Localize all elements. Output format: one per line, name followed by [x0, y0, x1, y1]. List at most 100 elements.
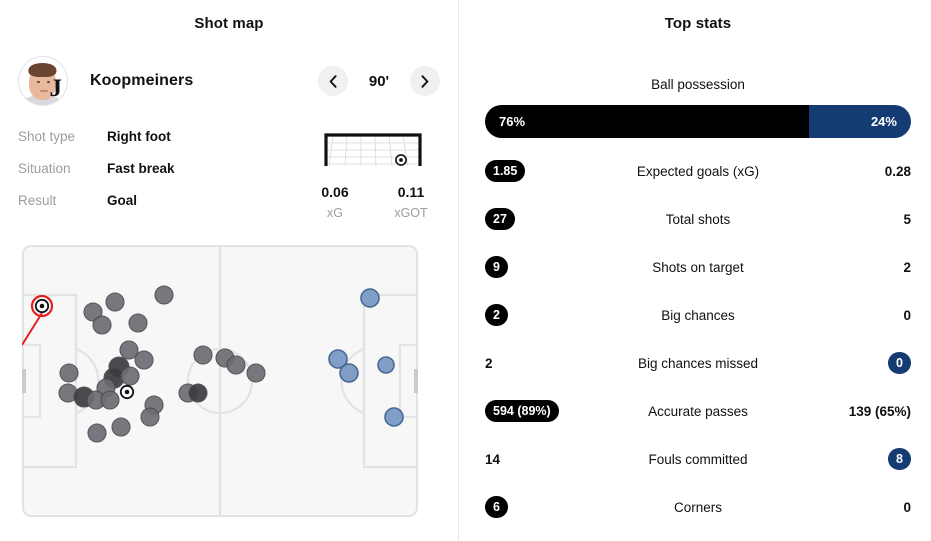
- stat-name: Big chances: [661, 307, 735, 323]
- shot-navigation: 90': [318, 66, 440, 96]
- detail-value: Right foot: [107, 129, 171, 144]
- detail-label: Situation: [18, 161, 71, 176]
- stat-badge: 594 (89%): [485, 400, 559, 422]
- stat-value-home: 9: [485, 256, 588, 278]
- stat-name: Corners: [673, 499, 722, 515]
- shot-details-section: Shot type Right foot Situation Fast brea…: [0, 129, 458, 225]
- stat-plain-value: 0: [903, 499, 911, 515]
- detail-label: Shot type: [18, 129, 76, 144]
- stat-value-away: 5: [808, 212, 911, 227]
- stat-name: Accurate passes: [648, 403, 748, 419]
- stat-name: Fouls committed: [648, 451, 748, 467]
- home-shot-dot: [92, 315, 112, 335]
- home-shot-dot: [111, 417, 131, 437]
- stat-value-home: 2: [485, 304, 588, 326]
- home-shot-dot: [134, 350, 154, 370]
- player-avatar: J: [18, 56, 68, 106]
- stat-badge: 9: [485, 256, 508, 278]
- stat-row: 27 Total shots 5: [485, 195, 911, 243]
- stat-value-away: 2: [808, 260, 911, 275]
- chevron-right-icon: [421, 74, 429, 88]
- stat-row: 6 Corners 0: [485, 483, 911, 531]
- stat-row: 2 Big chances 0: [485, 291, 911, 339]
- ball-icon: [395, 154, 407, 166]
- shot-map-panel: Shot map J Koopmeiners 90' Shot type Rig…: [0, 0, 458, 541]
- match-stats-screen: Shot map J Koopmeiners 90' Shot type Rig…: [0, 0, 931, 541]
- detail-value: Goal: [107, 193, 138, 208]
- stat-value-home: 6: [485, 496, 588, 518]
- away-shot-dot: [384, 407, 404, 427]
- home-shot-dot: [154, 285, 174, 305]
- xg-cell: 0.06 xG: [311, 184, 359, 220]
- next-shot-button[interactable]: [410, 66, 440, 96]
- stat-value-away: 139 (65%): [808, 404, 911, 419]
- xgot-value: 0.11: [397, 184, 425, 200]
- home-shot-dot: [87, 423, 107, 443]
- stat-badge: 2: [485, 304, 508, 326]
- chevron-left-icon: [329, 74, 337, 88]
- home-shot-dot: [226, 355, 246, 375]
- ball-possession-bar: 76% 24%: [485, 105, 911, 138]
- away-shot-dot: [377, 356, 395, 374]
- xg-label: xG: [327, 206, 343, 220]
- right-goal: [414, 369, 418, 393]
- top-stats-panel: Top stats Ball possession 76% 24% 1.85 Ex…: [458, 0, 931, 541]
- goal-net-diagram: [324, 133, 422, 167]
- detail-row-result: Result Goal: [18, 193, 308, 225]
- stat-value-home: 1.85: [485, 160, 588, 182]
- pitch-svg: [22, 245, 418, 517]
- xg-value: 0.06: [321, 184, 349, 200]
- stat-plain-value: 0.28: [884, 163, 911, 179]
- goal-marker-highlighted: [30, 294, 54, 318]
- stat-badge: 1.85: [485, 160, 526, 182]
- home-shot-dot: [246, 363, 266, 383]
- home-shot-dot: [188, 383, 208, 403]
- stat-badge: 6: [485, 496, 508, 518]
- stat-plain-value: 5: [903, 211, 911, 227]
- detail-row-shot-type: Shot type Right foot: [18, 129, 308, 161]
- player-header: J Koopmeiners 90': [0, 55, 458, 107]
- xgot-cell: 0.11 xGOT: [387, 184, 435, 220]
- stat-row: 9 Shots on target 2: [485, 243, 911, 291]
- detail-label: Result: [18, 193, 57, 208]
- stat-value-home: 14: [485, 452, 588, 467]
- home-shot-dot: [120, 366, 140, 386]
- stat-badge: 0: [888, 352, 911, 374]
- stat-plain-value: 2: [485, 355, 493, 371]
- goal-placement-visual: 0.06 xG 0.11 xGOT: [308, 129, 438, 225]
- xg-values-row: 0.06 xG 0.11 xGOT: [308, 184, 438, 220]
- stat-name: Total shots: [665, 211, 731, 227]
- stat-plain-value: 0: [903, 307, 911, 323]
- away-shot-dot: [360, 288, 380, 308]
- stat-row: 1.85 Expected goals (xG) 0.28: [485, 147, 911, 195]
- stat-value-away: 8: [808, 448, 911, 470]
- stat-row: 2 Big chances missed 0: [485, 339, 911, 387]
- shot-details-list: Shot type Right foot Situation Fast brea…: [18, 129, 308, 225]
- home-shot-dot: [193, 345, 213, 365]
- club-badge-icon: J: [49, 75, 63, 102]
- home-shot-dot: [140, 407, 160, 427]
- pitch-shot-map[interactable]: [22, 245, 438, 517]
- stat-plain-value: 139 (65%): [848, 403, 911, 419]
- stat-value-home: 594 (89%): [485, 400, 588, 422]
- top-stats-title: Top stats: [664, 15, 732, 32]
- stats-list: 1.85 Expected goals (xG) 0.28 27 Total shots…: [485, 147, 911, 531]
- stat-row: 14 Fouls committed 8: [485, 435, 911, 483]
- detail-value: Fast break: [107, 161, 175, 176]
- stat-value-home: 27: [485, 208, 588, 230]
- stat-name: Expected goals (xG): [636, 163, 760, 179]
- xgot-label: xGOT: [394, 206, 428, 220]
- avatar-mouth: [40, 90, 48, 92]
- ball-centre: [124, 389, 130, 395]
- ball-centre: [39, 303, 45, 309]
- stat-name: Big chances missed: [637, 355, 759, 371]
- possession-away-value: 24%: [870, 114, 897, 129]
- possession-away-segment: 24%: [808, 105, 911, 138]
- previous-shot-button[interactable]: [318, 66, 348, 96]
- home-shot-dot: [100, 390, 120, 410]
- home-shot-dot: [128, 313, 148, 333]
- ball-possession-label: Ball possession: [651, 77, 745, 92]
- left-goal: [22, 369, 26, 393]
- stat-name: Shots on target: [652, 259, 744, 275]
- home-shot-dot: [105, 292, 125, 312]
